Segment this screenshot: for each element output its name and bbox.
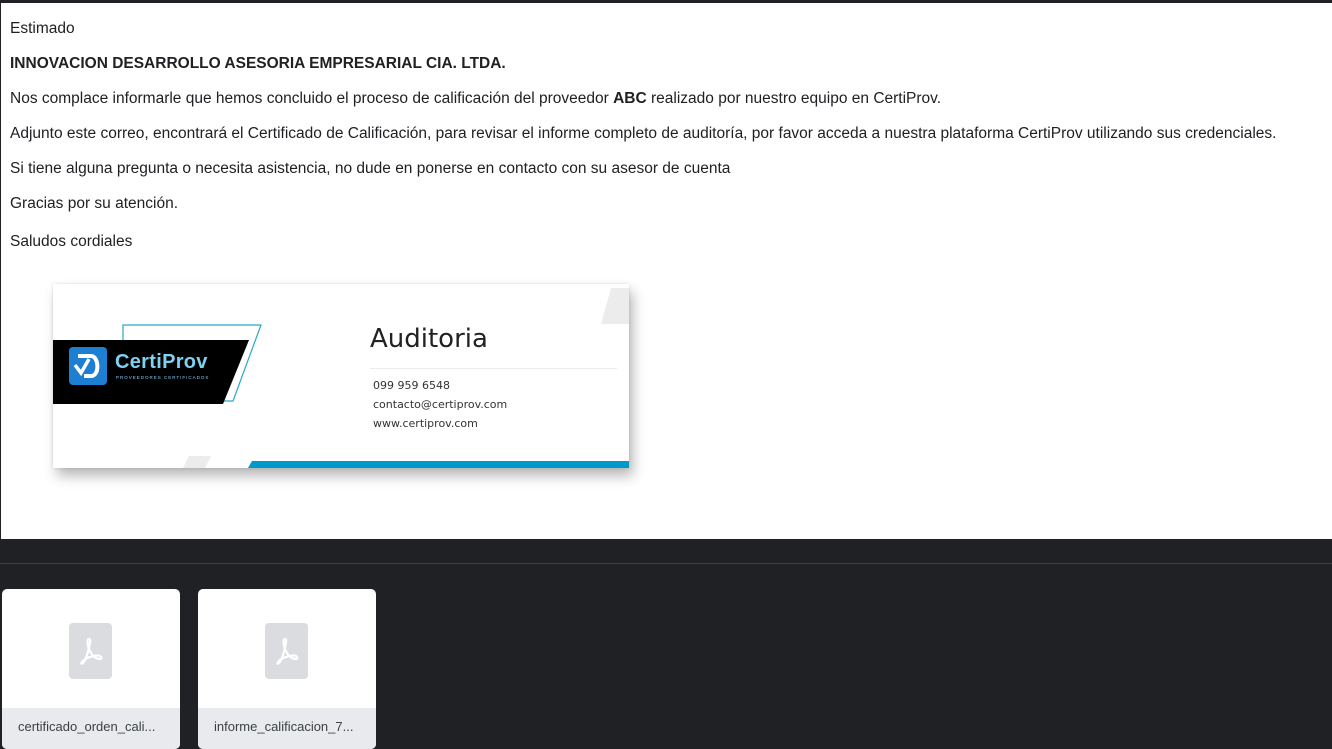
email-signature: CertiProv PROVEEDORES CERTIFICADOS Audit… [53,284,629,468]
paragraph-conclusion: Nos complace informarle que hemos conclu… [10,89,941,109]
signature-website: www.certiprov.com [373,417,478,430]
pdf-icon [265,623,308,679]
paragraph-conclusion-end: realizado por nuestro equipo en CertiPro… [646,90,942,107]
attachment-card[interactable]: certificado_orden_cali... [2,589,180,749]
email-body: Estimado INNOVACION DESARROLLO ASESORIA … [0,0,1332,539]
logo-mark-icon [69,347,107,385]
closing: Saludos cordiales [10,233,133,250]
supplier-name: ABC [613,90,647,107]
signature-phone: 099 959 6548 [373,379,450,392]
recipient-company: INNOVACION DESARROLLO ASESORIA EMPRESARI… [10,55,506,72]
pdf-icon [69,623,112,679]
attachment-name: informe_calificacion_7... [214,719,354,734]
certiprov-logo: CertiProv PROVEEDORES CERTIFICADOS [53,337,253,403]
signature-divider [370,368,617,369]
paragraph-conclusion-start: Nos complace informarle que hemos conclu… [10,90,614,107]
signature-email: contacto@certiprov.com [373,398,508,411]
logo-tagline: PROVEEDORES CERTIFICADOS [116,375,210,380]
paragraph-assistance: Si tiene alguna pregunta o necesita asis… [10,160,731,177]
attachment-name: certificado_orden_cali... [18,719,156,734]
signature-title: Auditoria [370,324,488,354]
attachment-card[interactable]: informe_calificacion_7... [198,589,376,749]
paragraph-attachment: Adjunto este correo, encontrará el Certi… [10,125,1277,142]
logo-text: CertiProv [115,351,208,373]
attachments-divider [0,563,1332,564]
greeting: Estimado [10,20,75,37]
paragraph-thanks: Gracias por su atención. [10,195,179,212]
